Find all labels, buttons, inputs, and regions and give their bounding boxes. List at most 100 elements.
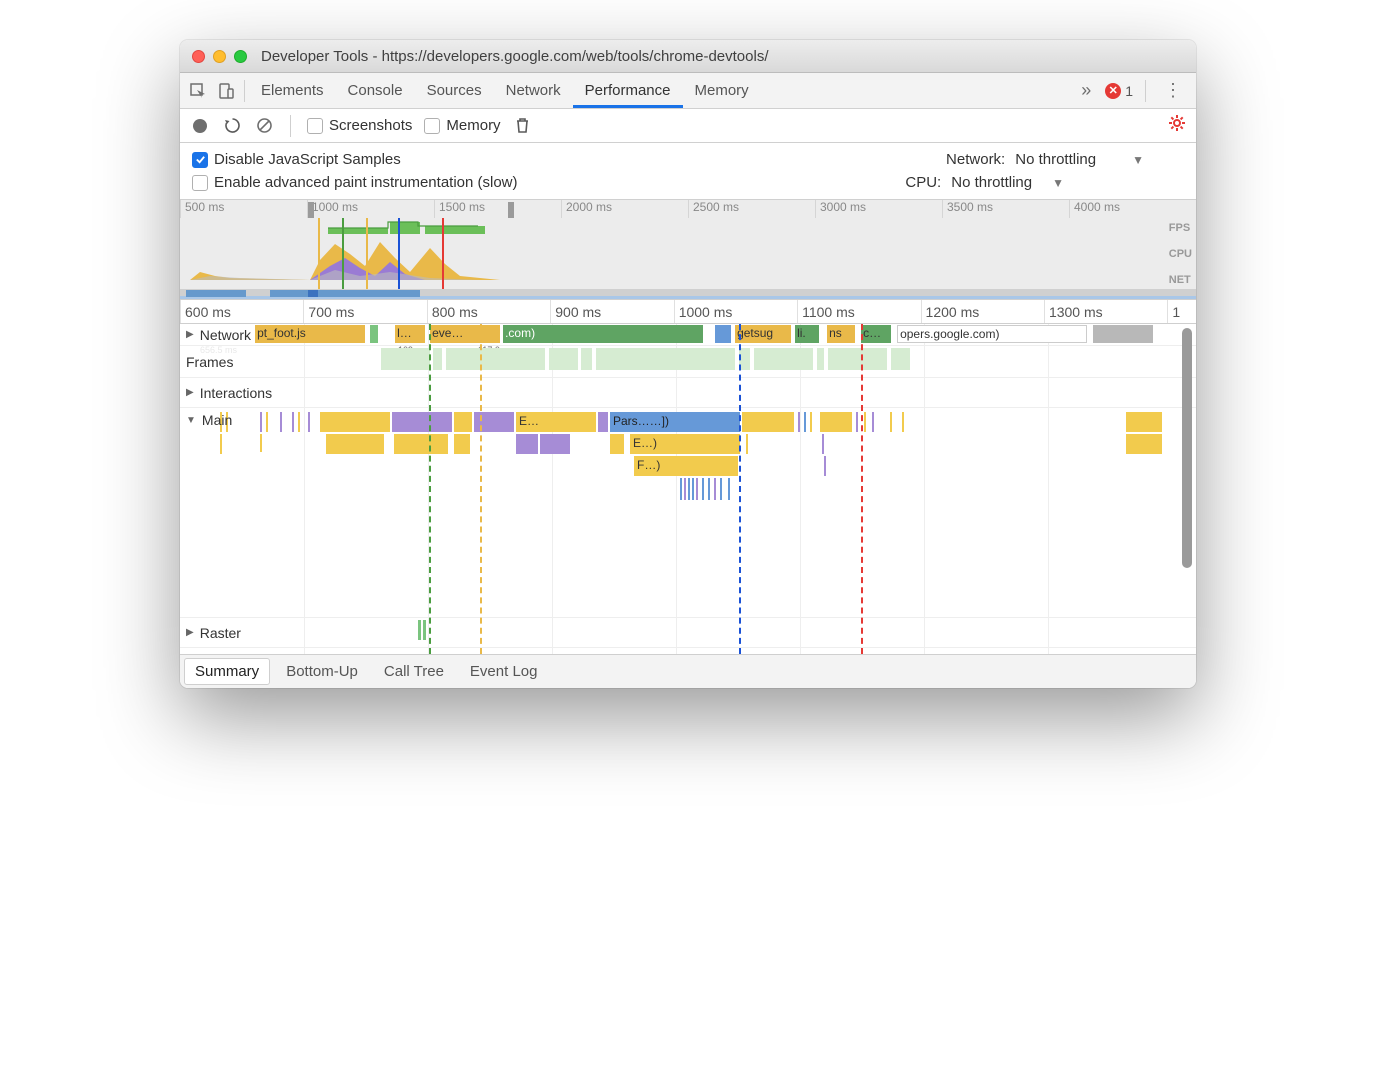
close-icon[interactable] [192,50,205,63]
tab-console[interactable]: Console [336,73,415,108]
flame-block[interactable] [454,412,472,432]
flame-block[interactable] [320,412,390,432]
flame-block[interactable] [394,434,448,454]
frame-segment[interactable] [548,348,578,370]
network-value: No throttling [1015,151,1096,168]
net-segment[interactable]: pt_foot.js [255,325,365,343]
tracks-panel[interactable]: Network pt_foot.js l… eve… .com) getsug … [180,324,1196,654]
frame-segment[interactable] [445,348,545,370]
event-marker-green [429,324,431,654]
interactions-track-header[interactable]: Interactions [180,378,290,407]
tab-sources[interactable]: Sources [415,73,494,108]
flame-block[interactable]: E…) [630,434,740,454]
ruler-tick: 1 [1167,300,1196,323]
network-track-header[interactable]: Network [180,324,255,345]
tab-call-tree[interactable]: Call Tree [374,659,454,684]
flame-block[interactable] [392,412,452,432]
net-segment[interactable]: c… [861,325,891,343]
frames-track-header[interactable]: Frames [180,346,290,377]
maximize-icon[interactable] [234,50,247,63]
chevron-down-icon: ▼ [1132,153,1144,167]
screenshots-checkbox[interactable]: Screenshots [307,117,412,134]
interactions-track[interactable]: Interactions [180,378,1196,408]
scrollbar-thumb[interactable] [1182,328,1192,568]
tab-performance[interactable]: Performance [573,73,683,108]
paint-instrumentation-checkbox[interactable]: Enable advanced paint instrumentation (s… [192,174,592,191]
flame-block[interactable] [1126,412,1162,432]
ov-marker [398,218,400,289]
raster-track-header[interactable]: Raster [180,618,290,647]
inspect-icon[interactable] [184,83,212,99]
ruler-tick: 700 ms [303,300,426,323]
minimize-icon[interactable] [213,50,226,63]
flame-block[interactable]: E… [516,412,596,432]
garbage-collect-button[interactable] [513,116,533,136]
frame-segment[interactable] [595,348,735,370]
capture-settings-icon[interactable] [1168,114,1186,137]
flame-block[interactable] [742,412,794,432]
frame-segment[interactable] [432,348,442,370]
error-count-badge[interactable]: ✕ 1 [1105,83,1133,99]
memory-checkbox[interactable]: Memory [424,117,500,134]
net-segment[interactable]: li. [795,325,819,343]
device-toggle-icon[interactable] [212,83,240,99]
net-segment[interactable]: ns [827,325,855,343]
frame-segment[interactable] [753,348,813,370]
kebab-menu-icon[interactable]: ⋮ [1158,80,1188,101]
event-marker-yellow [480,324,482,654]
raster-track[interactable]: Raster [180,618,1196,648]
flame-block[interactable] [610,434,624,454]
timeline-ruler[interactable]: 600 ms 700 ms 800 ms 900 ms 1000 ms 1100… [180,300,1196,324]
flame-block[interactable] [540,434,570,454]
flame-block[interactable] [516,434,538,454]
frame-segment[interactable] [890,348,910,370]
raster-segment[interactable] [418,620,421,640]
cpu-throttling-select[interactable]: No throttling ▼ [951,174,1064,191]
disable-js-samples-checkbox[interactable]: Disable JavaScript Samples [192,151,592,168]
tab-event-log[interactable]: Event Log [460,659,548,684]
flame-block[interactable] [820,412,852,432]
flame-block[interactable] [598,412,608,432]
tracks-scrollbar[interactable] [1184,328,1194,578]
frame-segment[interactable] [580,348,592,370]
flame-block[interactable] [454,434,470,454]
net-segment[interactable]: opers.google.com) [897,325,1087,343]
reload-record-button[interactable] [222,116,242,136]
net-segment[interactable] [1093,325,1153,343]
frame-segment[interactable] [827,348,887,370]
range-handle-right[interactable] [508,202,514,218]
net-segment[interactable]: l… [395,325,425,343]
overview-lane-labels: FPS CPU NET [1169,222,1192,286]
tab-bottom-up[interactable]: Bottom-Up [276,659,368,684]
frames-track[interactable]: Frames 656.5 ms 109. ms 117.0 ms [180,346,1196,378]
tab-network[interactable]: Network [494,73,573,108]
frame-segment[interactable] [816,348,824,370]
net-segment[interactable]: .com) [503,325,703,343]
network-track[interactable]: Network pt_foot.js l… eve… .com) getsug … [180,324,1196,346]
net-segment[interactable]: getsug [735,325,791,343]
memory-label: Memory [446,117,500,134]
flame-stripes[interactable] [680,478,740,500]
main-track[interactable]: Main E… Pars……]) [180,408,1196,618]
flame-block[interactable] [1126,434,1162,454]
network-throttling-select[interactable]: No throttling ▼ [1015,151,1144,168]
tab-memory[interactable]: Memory [683,73,761,108]
overview-minimap[interactable]: 500 ms 1000 ms 1500 ms 2000 ms 2500 ms 3… [180,200,1196,300]
flame-block[interactable]: Pars……]) [610,412,740,432]
record-button[interactable] [190,116,210,136]
frame-segment[interactable] [380,348,430,370]
flame-block[interactable] [326,434,384,454]
tab-elements[interactable]: Elements [249,73,336,108]
net-segment[interactable] [715,325,731,343]
tab-summary[interactable]: Summary [184,658,270,685]
clear-button[interactable] [254,116,274,136]
net-segment[interactable]: eve… [430,325,500,343]
range-handle-left[interactable] [308,202,314,218]
devtools-window: Developer Tools - https://developers.goo… [180,40,1196,688]
ov-tick: 3500 ms [942,200,1069,218]
overflow-button[interactable]: » [1075,80,1097,101]
flame-block[interactable]: F…) [634,456,738,476]
main-track-header[interactable]: Main [180,412,290,428]
net-segment[interactable] [370,325,378,343]
raster-segment[interactable] [423,620,426,640]
